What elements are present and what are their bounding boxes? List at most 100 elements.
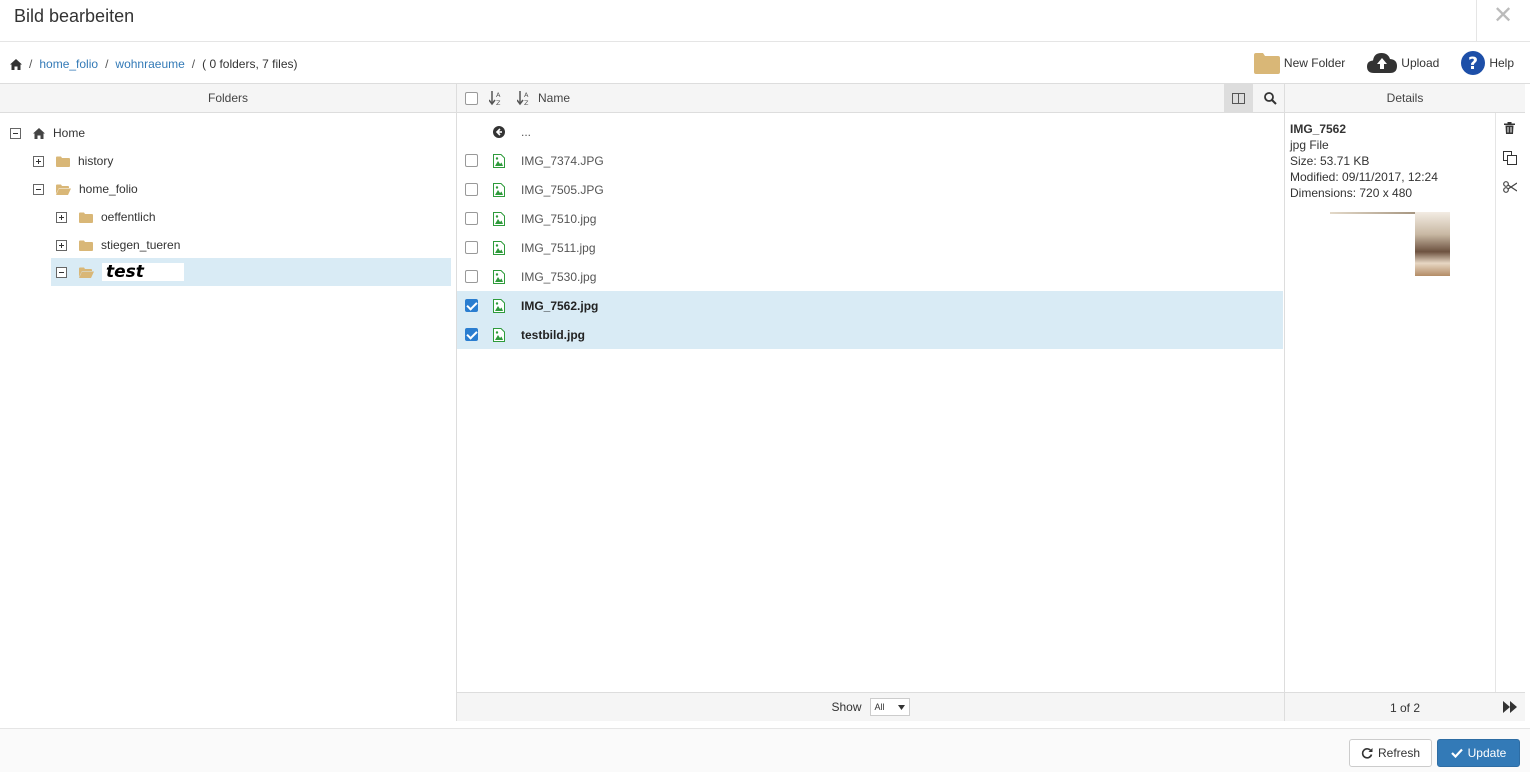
file-checkbox[interactable] xyxy=(465,241,478,254)
details-actions xyxy=(1495,113,1525,692)
folder-icon xyxy=(79,240,93,251)
image-preview xyxy=(1330,212,1450,276)
new-folder-label: New Folder xyxy=(1283,56,1346,70)
name-column-header[interactable]: Name xyxy=(538,91,570,105)
dialog-title: Bild bearbeiten xyxy=(14,6,135,26)
file-manager-dialog: Bild bearbeiten ✕ / home_folio / wohnrae… xyxy=(0,0,1530,772)
show-select-value: All xyxy=(874,702,885,712)
home-icon[interactable] xyxy=(10,58,22,70)
file-checkbox-checked[interactable] xyxy=(465,328,478,341)
parent-folder-row[interactable]: ... xyxy=(457,117,1283,146)
file-name: IMG_7374.JPG xyxy=(521,153,604,168)
file-row[interactable]: IMG_7510.jpg xyxy=(457,204,1283,233)
expand-toggle[interactable] xyxy=(56,211,67,223)
parent-folder-label: ... xyxy=(521,124,532,139)
file-list: ... IMG_7374.JPG IMG_7505.JPG IMG_7510.j… xyxy=(457,113,1285,692)
details-header: Details xyxy=(1285,84,1525,113)
image-file-icon xyxy=(493,327,505,342)
detail-modified: Modified: 09/11/2017, 12:24 xyxy=(1290,170,1438,184)
file-row[interactable]: IMG_7505.JPG xyxy=(457,175,1283,204)
sort-alpha-icon[interactable]: AZ xyxy=(488,90,503,109)
tree-node-label: history xyxy=(78,154,114,168)
tree-node-label: Home xyxy=(53,126,86,140)
svg-text:A: A xyxy=(524,91,529,99)
details-footer: 1 of 2 xyxy=(1285,692,1525,721)
folder-rename-input[interactable] xyxy=(102,263,184,281)
upload-label: Upload xyxy=(1401,56,1440,70)
collapse-toggle[interactable] xyxy=(56,266,67,278)
tree-node-new-folder[interactable] xyxy=(51,258,451,286)
toolbar-actions: New Folder Upload ? Help xyxy=(1232,48,1514,78)
file-details: IMG_7562 jpg File Size: 53.71 KB Modifie… xyxy=(1290,121,1438,201)
copy-icon[interactable] xyxy=(1503,151,1517,168)
file-checkbox[interactable] xyxy=(465,212,478,225)
trash-icon[interactable] xyxy=(1504,122,1515,137)
folder-open-icon xyxy=(56,184,71,195)
files-header: AZ AZ Name xyxy=(457,84,1285,113)
close-icon[interactable]: ✕ xyxy=(1493,4,1513,28)
cut-icon[interactable] xyxy=(1503,181,1518,196)
update-button[interactable]: Update xyxy=(1437,739,1520,767)
tree-node-home[interactable]: Home xyxy=(10,122,85,144)
dialog-footer: Refresh Update xyxy=(0,728,1530,772)
file-row-selected[interactable]: testbild.jpg xyxy=(457,320,1283,349)
expand-toggle[interactable] xyxy=(33,155,44,167)
home-icon xyxy=(33,127,45,139)
file-row-selected[interactable]: IMG_7562.jpg xyxy=(457,291,1283,320)
folder-tree: Home history home_folio oeffentlich stie… xyxy=(0,113,457,721)
file-row[interactable]: IMG_7511.jpg xyxy=(457,233,1283,262)
file-checkbox-checked[interactable] xyxy=(465,299,478,312)
image-file-icon xyxy=(493,269,505,284)
detail-dimensions: Dimensions: 720 x 480 xyxy=(1290,186,1413,200)
columns-icon xyxy=(1232,92,1245,104)
update-label: Update xyxy=(1467,746,1507,760)
image-file-icon xyxy=(493,211,505,226)
search-button[interactable] xyxy=(1257,84,1283,112)
breadcrumb-toolbar: / home_folio / wohnraeume / ( 0 folders,… xyxy=(0,42,1530,84)
collapse-toggle[interactable] xyxy=(33,183,44,195)
show-select[interactable]: All xyxy=(869,698,910,716)
tree-node-label: home_folio xyxy=(79,182,138,196)
file-name: IMG_7505.JPG xyxy=(521,182,604,197)
fast-forward-icon[interactable] xyxy=(1503,701,1517,716)
refresh-button[interactable]: Refresh xyxy=(1349,739,1432,767)
folder-icon xyxy=(1253,52,1280,74)
back-arrow-icon xyxy=(493,125,505,138)
file-checkbox[interactable] xyxy=(465,270,478,283)
tree-node-history[interactable]: history xyxy=(33,150,113,172)
help-button[interactable]: ? Help xyxy=(1461,51,1514,75)
file-row[interactable]: IMG_7374.JPG xyxy=(457,146,1283,175)
folder-open-icon xyxy=(79,267,94,278)
sort-name-icon[interactable]: AZ xyxy=(516,90,531,109)
file-checkbox[interactable] xyxy=(465,154,478,167)
refresh-icon xyxy=(1361,747,1373,759)
file-name: IMG_7510.jpg xyxy=(521,211,597,226)
expand-toggle[interactable] xyxy=(56,239,67,251)
column-view-button[interactable] xyxy=(1224,84,1253,112)
breadcrumb-home-folio[interactable]: home_folio xyxy=(39,57,98,71)
file-row[interactable]: IMG_7530.jpg xyxy=(457,262,1283,291)
image-file-icon xyxy=(493,153,505,168)
file-name: IMG_7511.jpg xyxy=(521,240,596,255)
upload-button[interactable]: Upload xyxy=(1367,52,1439,74)
help-icon: ? xyxy=(1461,51,1486,75)
folder-icon xyxy=(79,212,93,223)
tree-node-label: oeffentlich xyxy=(101,210,156,224)
file-name: IMG_7530.jpg xyxy=(521,269,597,284)
image-file-icon xyxy=(493,240,505,255)
tree-node-oeffentlich[interactable]: oeffentlich xyxy=(56,206,156,228)
breadcrumb-separator: / xyxy=(191,57,196,71)
file-name: testbild.jpg xyxy=(521,327,585,342)
new-folder-button[interactable]: New Folder xyxy=(1253,52,1346,74)
file-checkbox[interactable] xyxy=(465,183,478,196)
tree-node-home-folio[interactable]: home_folio xyxy=(33,178,138,200)
caret-down-icon xyxy=(897,704,905,710)
breadcrumb-wohnraeume[interactable]: wohnraeume xyxy=(115,57,184,71)
select-all-checkbox[interactable] xyxy=(465,92,478,105)
svg-text:A: A xyxy=(496,91,501,99)
image-file-icon xyxy=(493,298,505,313)
svg-text:?: ? xyxy=(1468,54,1478,74)
tree-node-label: stiegen_tueren xyxy=(101,238,181,252)
collapse-toggle[interactable] xyxy=(10,127,21,139)
tree-node-stiegen-tueren[interactable]: stiegen_tueren xyxy=(56,234,180,256)
